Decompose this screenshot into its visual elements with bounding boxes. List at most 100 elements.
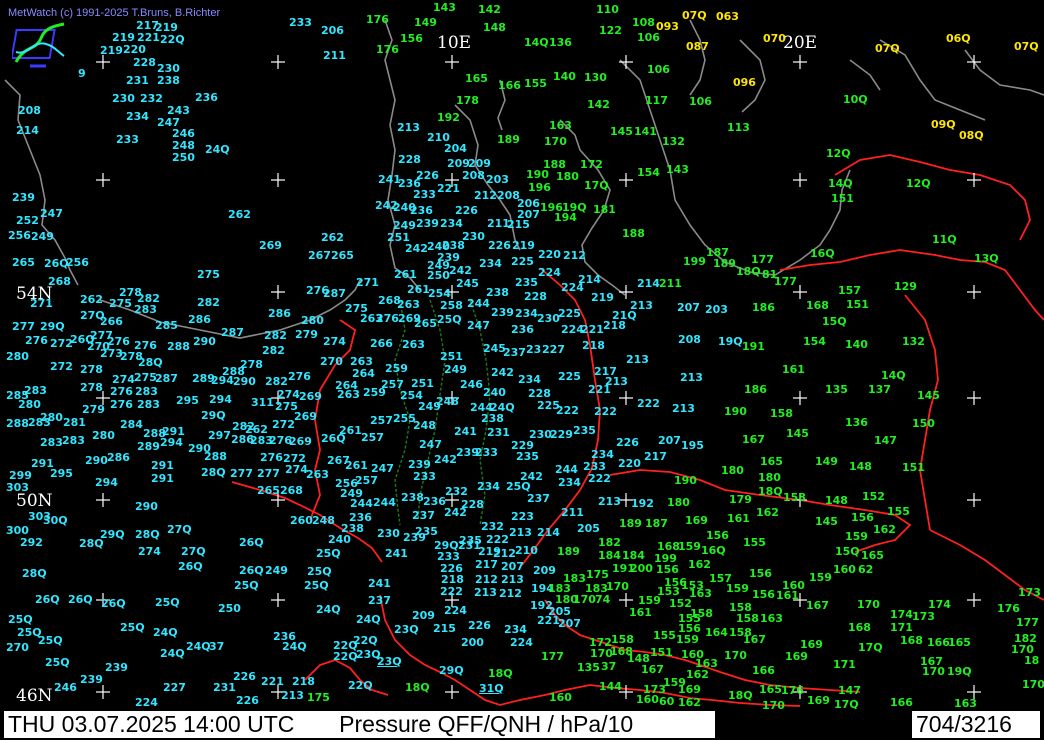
station-pressure: 282 [262,344,285,357]
station-pressure: 170 [922,665,945,678]
station-pressure: 237 [368,594,391,607]
station-pressure: 136 [845,416,868,429]
station-pressure: 247 [371,462,394,475]
station-pressure: 155 [887,505,910,518]
station-pressure: 9 [78,67,86,80]
station-pressure: 18Q [758,485,783,498]
station-pressure: 18Q [736,265,761,278]
station-pressure: 070 [763,32,786,45]
station-pressure: 238 [401,491,424,504]
station-pressure: 228 [398,153,421,166]
station-pressure: 231 [126,74,149,87]
station-pressure: 093 [656,20,679,33]
station-pressure: 218 [441,573,464,586]
station-pressure: 249 [418,400,441,413]
station-pressure: 158 [611,633,634,646]
station-pressure: 29Q [201,409,226,422]
station-pressure: 200 [461,636,484,649]
plus-mark [967,593,981,607]
station-pressure: 151 [650,646,673,659]
station-pressure: 213 [397,121,420,134]
station-pressure: 236 [511,323,534,336]
station-pressure: 17Q [584,179,609,192]
station-pressure: 221 [537,614,560,627]
station-pressure: 23Q [377,655,402,668]
station-pressure: 25Q [155,596,180,609]
station-pressure: 25Q [304,579,329,592]
station-pressure: 233 [116,133,139,146]
station-pressure: 258 [440,299,463,312]
station-pressure: 288 [222,365,245,378]
station-pressure: 285 [155,319,178,332]
station-pressure: 22Q [348,679,373,692]
plus-mark [619,593,633,607]
station-pressure: 170 [857,598,880,611]
station-pressure: 162 [686,668,709,681]
footer-info: THU 03.07.2025 14:00 UTC Pressure QFF/QN… [4,711,715,738]
station-pressure: 226 [236,694,259,707]
station-pressure: 156 [752,588,775,601]
station-pressure: 74 [595,593,611,606]
station-pressure: 276 [107,335,130,348]
station-pressure: 217 [475,558,498,571]
station-pressure: 171 [833,658,856,671]
station-pressure: 299 [9,469,32,482]
station-pressure: 203 [486,173,509,186]
grid-label: 10E [437,33,472,53]
station-pressure: 177 [1016,616,1039,629]
station-pressure: 22Q [333,650,358,663]
station-pressure: 238 [442,239,465,252]
station-pressure: 221 [588,383,611,396]
station-pressure: 136 [549,36,572,49]
station-pressure: 173 [1018,586,1041,599]
station-pressure: 244 [350,497,373,510]
station-pressure: 265 [257,484,280,497]
station-pressure: 160 [636,693,659,706]
station-pressure: 242 [491,366,514,379]
station-pressure: 169 [785,650,808,663]
station-pressure: 159 [676,633,699,646]
station-pressure: 08Q [959,129,984,142]
station-pressure: 219 [100,44,123,57]
station-pressure: 276 [110,398,133,411]
station-pressure: 12Q [906,177,931,190]
footer-count: 704/3216 [912,711,1040,738]
station-pressure: 224 [510,636,533,649]
station-pressure: 259 [385,362,408,375]
station-pressure: 248 [312,514,335,527]
station-pressure: 213 [501,573,524,586]
station-pressure: 158 [783,491,806,504]
station-pressure: 24Q [282,640,307,653]
station-pressure: 187 [645,517,668,530]
station-pressure: 238 [157,74,180,87]
metwatch-logo-icon [12,22,65,68]
station-pressure: 257 [355,474,378,487]
station-pressure: 261 [394,268,417,281]
station-pressure: 07Q [1014,40,1039,53]
station-pressure: 214 [637,277,660,290]
station-pressure: 207 [558,617,581,630]
station-pressure: 210 [515,544,538,557]
station-pressure: 132 [662,135,685,148]
station-pressure: 249 [31,230,54,243]
station-pressure: 272 [272,418,295,431]
station-pressure: 180 [556,170,579,183]
station-pressure: 106 [647,63,670,76]
station-pressure: 25Q [307,565,332,578]
station-pressure: 250 [172,151,195,164]
station-pressure: 17Q [858,641,883,654]
station-pressure: 191 [742,340,765,353]
station-pressure: 287 [155,372,178,385]
station-pressure: 19Q [947,665,972,678]
station-pressure: 113 [727,121,750,134]
station-pressure: 166 [927,636,950,649]
station-pressure: 219 [591,291,614,304]
station-pressure: 163 [689,587,712,600]
station-pressure: 154 [803,335,826,348]
station-pressure: 147 [874,434,897,447]
station-pressure: 234 [479,257,502,270]
plus-mark [96,173,110,187]
station-pressure: 292 [20,536,43,549]
station-pressure: 241 [368,577,391,590]
station-pressure: 25Q [38,634,63,647]
